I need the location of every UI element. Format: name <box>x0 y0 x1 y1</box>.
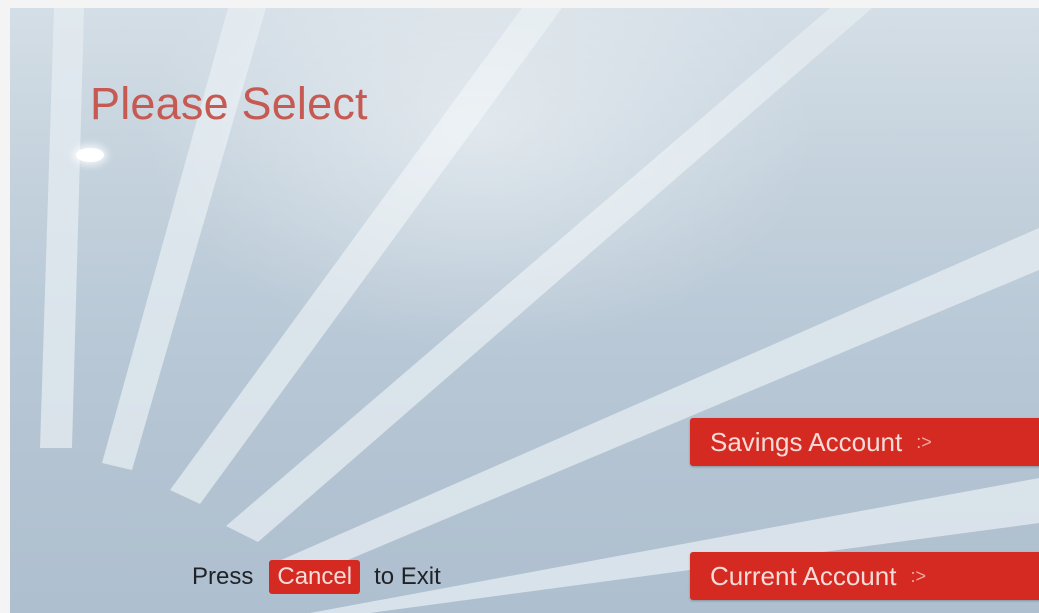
savings-account-label: Savings Account <box>710 426 903 457</box>
chevron-right-icon: :> <box>916 431 932 452</box>
light-reflection <box>76 148 104 162</box>
exit-prefix: Press <box>192 563 254 590</box>
exit-instruction: Press Cancel to Exit <box>192 560 441 594</box>
exit-suffix: to Exit <box>374 563 441 590</box>
current-account-button[interactable]: Current Account :> <box>690 552 1039 600</box>
chevron-right-icon: :> <box>910 565 926 586</box>
cancel-button[interactable]: Cancel <box>269 560 361 594</box>
atm-screen: Please Select Savings Account :> Current… <box>10 8 1039 613</box>
current-account-label: Current Account <box>710 560 897 591</box>
savings-account-button[interactable]: Savings Account :> <box>690 418 1039 466</box>
page-title: Please Select <box>90 78 368 129</box>
